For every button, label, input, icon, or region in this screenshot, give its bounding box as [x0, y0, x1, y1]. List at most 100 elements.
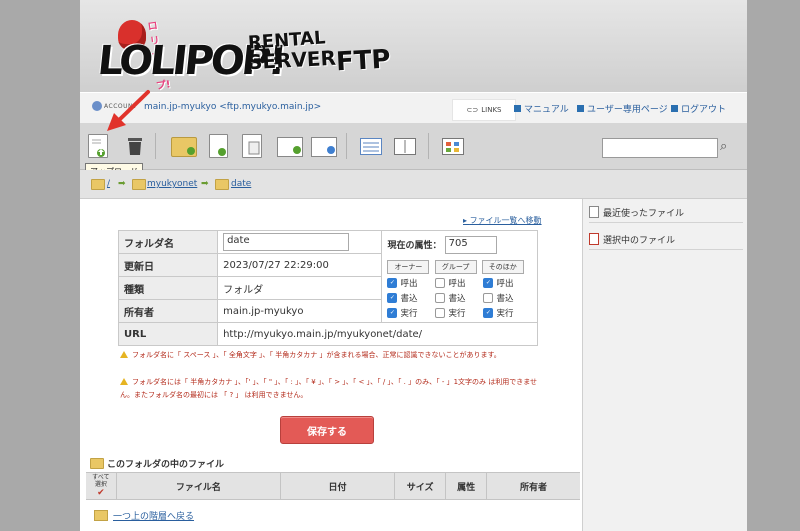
check-icon: ✔	[97, 488, 105, 498]
copy-icon	[248, 141, 260, 155]
owner-column-header[interactable]: 所有者	[487, 473, 580, 499]
folder-contents-title: このフォルダの中のファイル	[90, 457, 224, 470]
date-column-header[interactable]: 日付	[281, 473, 395, 499]
perm-label: 呼出	[400, 279, 418, 289]
logo-server: SERVER	[247, 45, 337, 75]
other-write-checkbox[interactable]	[483, 293, 494, 303]
name-column-header[interactable]: ファイル名	[117, 473, 282, 499]
warning-note: フォルダ名には「 半角カタカナ 」、「' 」、「 " 」、「 : 」、「 ¥ 」…	[120, 376, 540, 402]
recent-files-item[interactable]: 最近使ったファイル	[589, 202, 743, 223]
warning-text: フォルダ名に「 スペース 」、「 全角文字 」、「 半角カタカナ 」が含まれる場…	[132, 351, 501, 359]
perm-label: 実行	[496, 309, 514, 319]
owner-write-checkbox[interactable]: ✓	[387, 293, 398, 303]
perm-label: 実行	[448, 309, 466, 319]
logout-link-label: ログアウト	[681, 105, 727, 115]
link-square-icon	[577, 105, 584, 112]
group-exec-checkbox[interactable]	[435, 308, 446, 318]
group-header: グループ	[434, 260, 477, 274]
warning-icon	[120, 351, 128, 358]
other-header: そのほか	[481, 260, 524, 274]
recent-files-label: 最近使ったファイル	[603, 208, 685, 219]
search-icon[interactable]: ⌕	[720, 139, 736, 155]
selected-files-label: 選択中のファイル	[603, 235, 676, 246]
upload-button[interactable]	[88, 134, 108, 158]
toolbar-separator	[428, 133, 429, 159]
permission-input[interactable]: 705	[444, 236, 497, 254]
properties-table: フォルダ名 date 現在の属性： 705 オーナー グループ そのほか ✓ 呼出…	[117, 230, 538, 346]
app-frame: ロリポップ!レンタルサーバー LOLIPOP! RENTAL SERVER FT…	[80, 0, 747, 531]
toolbar-separator	[155, 133, 156, 159]
document-icon	[589, 233, 599, 245]
perm-label: 実行	[400, 309, 418, 319]
folder-name-input[interactable]: date	[223, 233, 350, 251]
header: ロリポップ!レンタルサーバー LOLIPOP! RENTAL SERVER FT…	[80, 0, 747, 211]
side-panel: 最近使ったファイル 選択中のファイル	[582, 199, 747, 531]
account-name: main.jp-myukyo <ftp.myukyo.main.jp>	[144, 102, 322, 112]
document-icon	[589, 206, 599, 218]
upload-icon	[92, 139, 105, 157]
owner-exec-checkbox[interactable]: ✓	[387, 308, 398, 318]
user-page-link-label: ユーザー専用ページ	[587, 105, 668, 115]
url-label: URL	[117, 322, 219, 346]
new-folder-icon	[187, 147, 195, 155]
new-folder-button[interactable]	[171, 137, 197, 157]
breadcrumb: / ➡ myukyonet ➡ date	[80, 170, 747, 199]
filelist-link[interactable]: ▸ ファイル一覧へ移動	[463, 215, 542, 226]
breadcrumb-item[interactable]: myukyonet	[147, 179, 197, 189]
copy-button[interactable]	[242, 134, 262, 158]
new-file-button[interactable]	[209, 134, 228, 158]
other-read-checkbox[interactable]: ✓	[483, 278, 494, 288]
owner-read-checkbox[interactable]: ✓	[387, 278, 398, 288]
select-all-button[interactable]: すべて選択 ✔	[86, 473, 117, 499]
other-exec-checkbox[interactable]: ✓	[483, 308, 494, 318]
detail-view-button[interactable]	[394, 138, 416, 155]
permissions-panel: 現在の属性： 705 オーナー グループ そのほか ✓呼出 呼出 ✓呼出 ✓	[381, 230, 538, 323]
logout-link[interactable]: ログアウト	[671, 102, 726, 115]
perm-label: 書込	[400, 294, 418, 304]
logo-ftp: FTP	[335, 44, 392, 78]
folder-icon	[91, 179, 105, 190]
filelist-link-label: ファイル一覧へ移動	[469, 216, 542, 225]
perm-label: 書込	[496, 294, 514, 304]
breadcrumb-arrow-icon: ➡	[118, 179, 126, 189]
trash-icon	[128, 138, 142, 155]
group-read-checkbox[interactable]	[435, 278, 446, 288]
perm-label: 書込	[448, 294, 466, 304]
file-list-header: すべて選択 ✔ ファイル名 日付 サイズ 属性 所有者	[86, 472, 580, 500]
thumbnail-view-button[interactable]	[442, 138, 464, 155]
breadcrumb-arrow-icon: ➡	[201, 179, 209, 189]
folder-contents-label: このフォルダの中のファイル	[107, 460, 225, 470]
go-up-link[interactable]: 一つ上の階層へ戻る	[94, 509, 194, 522]
warning-icon	[120, 378, 128, 385]
user-page-link[interactable]: ユーザー専用ページ	[577, 102, 668, 115]
size-column-header[interactable]: サイズ	[395, 473, 447, 499]
select-all-label: すべて選択	[92, 474, 110, 488]
group-write-checkbox[interactable]	[435, 293, 446, 303]
detail-view-icon	[404, 140, 406, 153]
updated-label: 更新日	[117, 253, 219, 277]
rename-button[interactable]	[311, 137, 337, 157]
list-view-button[interactable]	[360, 138, 382, 155]
toolbar-separator	[346, 133, 347, 159]
perm-label: 呼出	[496, 279, 514, 289]
owner-header: オーナー	[387, 260, 430, 274]
trash-button[interactable]	[126, 136, 144, 158]
url-value: http://myukyo.main.jp/myukyonet/date/	[217, 322, 538, 346]
search-input[interactable]	[602, 138, 718, 158]
save-button[interactable]: 保存する	[280, 416, 374, 444]
breadcrumb-root[interactable]: /	[107, 179, 110, 189]
manual-link-label: マニュアル	[524, 105, 569, 115]
rename-icon	[327, 146, 335, 154]
account-icon	[92, 101, 102, 111]
links-badge: ⊂⊃ LINKS	[452, 99, 516, 121]
go-up-label: 一つ上の階層へ戻る	[113, 512, 195, 522]
attr-column-header[interactable]: 属性	[446, 473, 487, 499]
move-button[interactable]	[277, 137, 303, 157]
breadcrumb-item[interactable]: date	[231, 179, 251, 189]
links-label: LINKS	[481, 106, 502, 114]
permission-row-read: ✓ 呼出 呼出 ✓ 呼出	[387, 277, 532, 289]
selected-files-item[interactable]: 選択中のファイル	[589, 229, 743, 250]
folder-up-icon	[94, 510, 108, 521]
perm-label: 呼出	[448, 279, 466, 289]
manual-link[interactable]: マニュアル	[514, 102, 569, 115]
